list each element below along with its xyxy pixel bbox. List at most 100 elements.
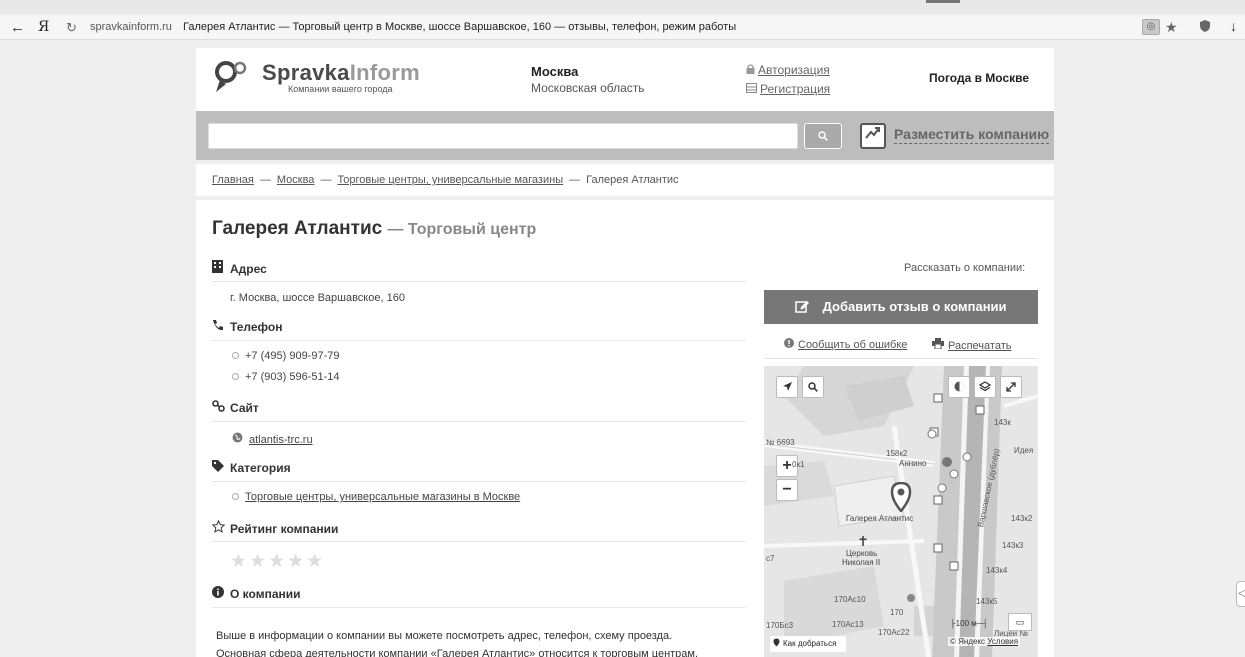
printer-icon — [932, 338, 944, 352]
site-logo-text[interactable]: SpravkaInform — [262, 60, 420, 86]
map-label: 143к — [994, 418, 1011, 427]
company-type: — Торговый центр — [387, 221, 537, 238]
phone-number: +7 (903) 596-51-14 — [245, 371, 340, 383]
company-name: Галерея Атлантис — [212, 218, 383, 239]
phone-item[interactable]: +7 (903) 596-51-14 — [232, 371, 339, 383]
brand-main: Spravka — [262, 60, 350, 85]
back-arrow-icon[interactable]: ← — [10, 19, 25, 36]
weather-link[interactable]: Погода в Москве — [929, 71, 1029, 85]
section-rating: Рейтинг компании — [211, 519, 746, 542]
add-review-button[interactable]: Добавить отзыв о компании — [764, 290, 1038, 324]
tell-about-label: Рассказать о компании: — [904, 262, 1026, 274]
download-icon[interactable]: ↓ — [1230, 18, 1237, 34]
map-label: 143к5 — [976, 597, 998, 606]
bookmark-star-icon[interactable]: ★ — [1165, 19, 1178, 36]
map-label: Идея — [1014, 446, 1034, 455]
section-site: Сайт — [212, 400, 746, 422]
scale-label: 100 м — [955, 619, 977, 628]
breadcrumb-current: Галерея Атлантис — [586, 174, 679, 186]
page-title-in-url[interactable]: Галерея Атлантис — Торговый центр в Моск… — [183, 21, 736, 33]
extension-icon[interactable]: ◎ — [1142, 19, 1160, 35]
login-label: Авторизация — [758, 63, 830, 77]
map-label: с7 — [766, 554, 775, 563]
site-link[interactable]: atlantis-trc.ru — [249, 434, 313, 446]
section-category: Категория — [212, 460, 746, 482]
region-label: Московская область — [531, 81, 645, 95]
breadcrumb-separator: — — [320, 174, 332, 186]
breadcrumb-home[interactable]: Главная — [212, 174, 254, 186]
map-poi-label: Церковь — [846, 549, 878, 558]
address-heading: Адрес — [230, 262, 267, 276]
globe-icon — [232, 432, 243, 446]
map-label: 170Ас22 — [878, 628, 910, 637]
rating-heading: Рейтинг компании — [230, 522, 339, 536]
breadcrumb-city[interactable]: Москва — [277, 174, 315, 186]
search-input[interactable] — [208, 123, 798, 149]
search-button[interactable] — [804, 123, 842, 149]
login-link[interactable]: Авторизация — [746, 63, 830, 77]
info-icon — [212, 586, 230, 601]
site-header: SpravkaInform Компании вашего города Мос… — [196, 48, 1054, 111]
traffic-icon[interactable] — [948, 376, 970, 398]
register-link[interactable]: Регистрация — [746, 82, 830, 96]
protect-shield-icon[interactable] — [1198, 19, 1212, 36]
about-text: Выше в информации о компании вы можете п… — [216, 627, 746, 657]
map-label: 143к3 — [1002, 541, 1024, 550]
breadcrumb-bar: Главная — Москва — Торговые центры, универса… — [196, 164, 1054, 196]
map-search-icon[interactable] — [802, 376, 824, 398]
active-tab-indicator[interactable] — [926, 0, 960, 3]
tab-strip — [0, 0, 1245, 14]
category-link[interactable]: Торговые центры, универсальные магазины … — [245, 491, 520, 503]
divider — [764, 358, 1038, 359]
map-label: 170 — [890, 608, 904, 617]
geolocation-icon[interactable] — [776, 376, 798, 398]
map-label: 0к1 — [792, 460, 805, 469]
url-domain[interactable]: spravkainform.ru — [90, 21, 172, 33]
map-pin-icon[interactable] — [890, 482, 912, 512]
yandex-logo-icon[interactable]: Я — [38, 19, 49, 35]
report-error-label: Сообщить об ошибке — [798, 339, 908, 351]
map-poi-label: Николая II — [842, 558, 881, 567]
site-heading: Сайт — [230, 401, 259, 415]
page-title: Галерея Атлантис — Торговый центр — [212, 218, 536, 240]
map-scale: ├100 м─┤ — [950, 619, 989, 628]
city-selector[interactable]: Москва — [531, 64, 578, 79]
layers-icon[interactable] — [974, 376, 996, 398]
rating-stars[interactable]: ★★★★★ — [230, 550, 325, 573]
map-copyright: © Яндекс Условия — [948, 637, 1021, 646]
reload-icon[interactable]: ↻ — [66, 20, 77, 36]
yandex-map[interactable]: + − № 6693 0к1 158к2 Аннино 143к Идея Га… — [764, 366, 1038, 657]
breadcrumb: Главная — Москва — Торговые центры, универса… — [212, 174, 679, 186]
bullet-icon — [232, 373, 239, 380]
print-label: Распечатать — [948, 340, 1012, 352]
map-terms-link[interactable]: Условия — [987, 637, 1018, 646]
breadcrumb-separator: — — [569, 174, 581, 186]
section-address: Адрес — [212, 260, 746, 282]
address-value: г. Москва, шоссе Варшавское, 160 — [230, 292, 405, 304]
print-link[interactable]: Распечатать — [932, 338, 1011, 352]
building-icon — [212, 260, 230, 276]
map-poi-label: Аннино — [899, 459, 927, 468]
add-company-link[interactable]: Разместить компанию — [894, 126, 1050, 144]
zoom-out-button[interactable]: − — [776, 479, 798, 501]
fullscreen-icon[interactable] — [1000, 376, 1022, 398]
register-form-icon — [746, 82, 757, 96]
edit-icon — [795, 298, 814, 315]
phone-number: +7 (495) 909-97-79 — [245, 350, 340, 362]
logo-pin-icon[interactable] — [214, 60, 248, 96]
chart-trend-icon[interactable] — [860, 123, 886, 149]
report-error-link[interactable]: Сообщить об ошибке — [784, 338, 907, 351]
bullet-icon — [232, 493, 239, 500]
phone-icon — [212, 319, 230, 334]
map-label: 170Ас10 — [834, 595, 866, 604]
ruler-icon[interactable]: ▭ — [1008, 613, 1032, 631]
copyright-label: © Яндекс — [950, 637, 986, 646]
breadcrumb-category[interactable]: Торговые центры, универсальные магазины — [337, 174, 563, 186]
map-label: 170Бс3 — [766, 621, 794, 630]
side-feedback-tab[interactable]: ◁ — [1236, 581, 1245, 607]
route-button[interactable]: Как добраться — [770, 636, 846, 652]
phone-item[interactable]: +7 (495) 909-97-79 — [232, 350, 339, 362]
tag-icon — [212, 460, 230, 475]
section-phone: Телефон — [212, 319, 746, 341]
church-icon — [859, 536, 867, 549]
